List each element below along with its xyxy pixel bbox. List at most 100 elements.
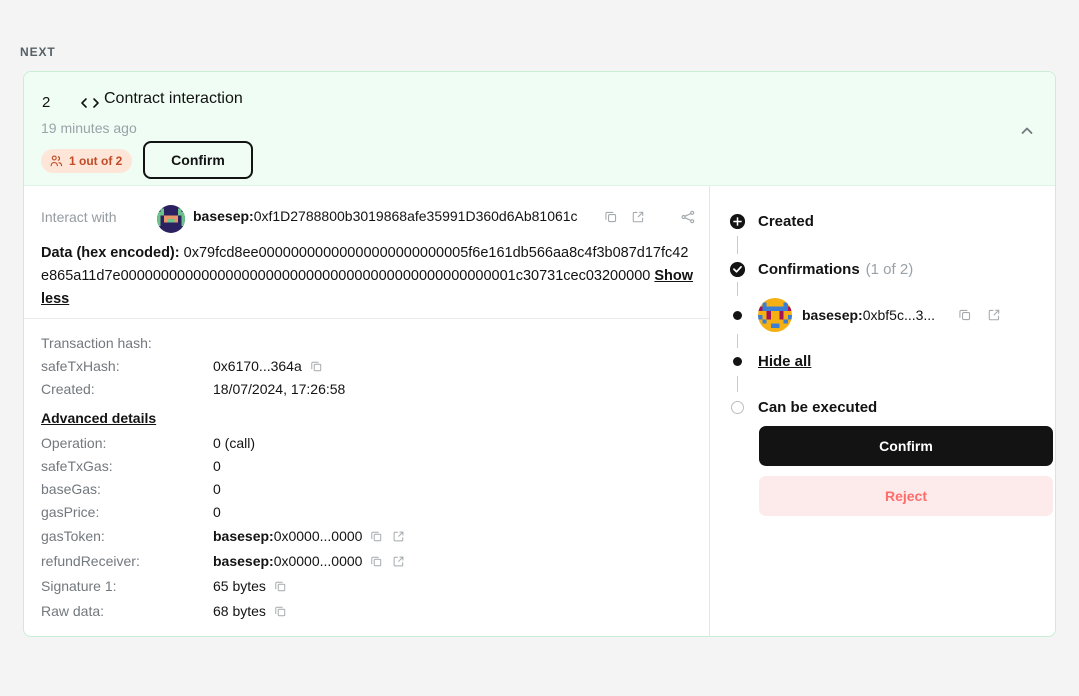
detail-value: 0 [213, 504, 221, 520]
detail-row-safetxhash: safeTxHash: 0x6170...364a [41, 355, 691, 377]
transaction-card: 2 Contract interaction 19 minutes ago 1 … [23, 71, 1056, 637]
timeline-item-hide-all: Hide all [732, 348, 1055, 374]
detail-value-text: basesep:0x0000...0000 [213, 553, 362, 569]
detail-value: 0 [213, 458, 221, 474]
people-icon [49, 154, 63, 168]
contract-address: basesep:0xf1D2788800b3019868afe35991D360… [193, 208, 578, 224]
chain-prefix: basesep: [802, 307, 863, 323]
timeline-connector [736, 234, 1055, 256]
confirmer-address: basesep:0xbf5c...3... [802, 307, 935, 323]
detail-key: gasPrice: [41, 504, 100, 520]
open-gastoken-explorer-icon[interactable] [391, 529, 406, 544]
chain-prefix: basesep: [213, 528, 274, 544]
detail-row-gastoken: gasToken: basesep:0x0000...0000 [41, 524, 691, 548]
interact-with-label: Interact with [41, 209, 117, 225]
open-explorer-icon[interactable] [628, 207, 648, 227]
details-list: Transaction hash: safeTxHash: 0x6170...3… [41, 332, 691, 624]
detail-row-created: Created: 18/07/2024, 17:26:58 [41, 378, 691, 400]
share-icon[interactable] [677, 207, 699, 227]
address-value: 0xf1D2788800b3019868afe35991D360d6Ab8106… [253, 208, 578, 224]
address-value: 0xbf5c...3... [862, 307, 936, 323]
address-value: 0x0000...0000 [273, 528, 363, 544]
detail-row-raw-data: Raw data: 68 bytes [41, 599, 691, 623]
detail-value: 65 bytes [213, 578, 288, 594]
detail-key: safeTxGas: [41, 458, 113, 474]
detail-key: Created: [41, 381, 95, 397]
reject-button[interactable]: Reject [759, 476, 1053, 516]
copy-refundreceiver-icon[interactable] [369, 554, 384, 569]
confirmations-badge: 1 out of 2 [41, 149, 133, 173]
confirm-button[interactable]: Confirm [759, 426, 1053, 466]
detail-row-operation: Operation: 0 (call) [41, 432, 691, 454]
detail-key: gasToken: [41, 528, 105, 544]
detail-value: 0 [213, 481, 221, 497]
transaction-timestamp: 19 minutes ago [41, 120, 137, 136]
hide-all-link[interactable]: Hide all [758, 353, 811, 370]
detail-key: baseGas: [41, 481, 101, 497]
detail-row-safetxgas: safeTxGas: 0 [41, 455, 691, 477]
address-value: 0x0000...0000 [273, 553, 363, 569]
transaction-body: Interact with basesep:0xf1D2788800b30198… [24, 186, 1055, 636]
confirmer-avatar [758, 298, 792, 332]
detail-value-text: 68 bytes [213, 603, 266, 619]
detail-row-gasprice: gasPrice: 0 [41, 501, 691, 523]
detail-value-text: 65 bytes [213, 578, 266, 594]
detail-row-basegas: baseGas: 0 [41, 478, 691, 500]
timeline-item-confirmations: Confirmations (1 of 2) [729, 256, 1055, 282]
copy-signature-icon[interactable] [273, 579, 288, 594]
hex-data-block: Data (hex encoded): 0x79fcd8ee0000000000… [41, 242, 696, 311]
detail-key: refundReceiver: [41, 553, 140, 569]
detail-value: basesep:0x0000...0000 [213, 553, 406, 569]
section-label: NEXT [20, 45, 56, 59]
status-timeline: Created Confirmations (1 of 2) basesep:0… [729, 208, 1055, 420]
contract-avatar [157, 205, 185, 233]
collapse-chevron-up-icon[interactable] [1013, 117, 1041, 145]
transaction-nonce: 2 [42, 94, 51, 111]
code-brackets-icon [79, 94, 101, 112]
timeline-item-created: Created [729, 208, 1055, 234]
detail-row-signature-1: Signature 1: 65 bytes [41, 574, 691, 598]
detail-value-text: 0x6170...364a [213, 358, 302, 374]
detail-value: 18/07/2024, 17:26:58 [213, 381, 346, 397]
chain-prefix: basesep: [213, 553, 274, 569]
copy-confirmer-address-icon[interactable] [957, 308, 972, 323]
open-confirmer-explorer-icon[interactable] [986, 308, 1001, 323]
detail-key: Signature 1: [41, 578, 117, 594]
transaction-header[interactable]: 2 Contract interaction 19 minutes ago 1 … [24, 72, 1055, 186]
timeline-connector [736, 334, 1055, 348]
detail-key: safeTxHash: [41, 358, 120, 374]
copy-safetxhash-icon[interactable] [309, 359, 324, 374]
transaction-detail-page: NEXT 2 Contract interaction 19 minutes a… [0, 0, 1079, 696]
transaction-details-pane: Interact with basesep:0xf1D2788800b30198… [24, 186, 710, 636]
timeline-connector [736, 282, 1055, 296]
created-plus-icon [728, 213, 746, 230]
hide-all-dot-icon [728, 356, 746, 366]
timeline-confirmations-count: (1 of 2) [865, 260, 914, 278]
detail-key: Transaction hash: [41, 335, 152, 351]
detail-key: Raw data: [41, 603, 105, 619]
confirmer-dot-icon [728, 310, 746, 320]
detail-value: 0 (call) [213, 435, 256, 451]
timeline-created-label: Created [758, 212, 814, 230]
detail-value: 0x6170...364a [213, 358, 324, 374]
can-execute-ring-icon [728, 400, 746, 414]
detail-value: basesep:0x0000...0000 [213, 528, 406, 544]
copy-gastoken-icon[interactable] [369, 529, 384, 544]
timeline-item-confirmer: basesep:0xbf5c...3... [732, 296, 1055, 334]
timeline-can-execute-label: Can be executed [758, 398, 878, 416]
detail-row-transaction-hash: Transaction hash: [41, 332, 691, 354]
open-refundreceiver-explorer-icon[interactable] [391, 554, 406, 569]
copy-raw-data-icon[interactable] [273, 604, 288, 619]
advanced-details-toggle[interactable]: Advanced details [41, 410, 156, 426]
confirmations-badge-label: 1 out of 2 [69, 154, 123, 168]
detail-key: Operation: [41, 435, 107, 451]
hex-data-label: Data (hex encoded): [41, 245, 180, 261]
details-divider [24, 318, 710, 319]
copy-address-icon[interactable] [601, 207, 621, 227]
timeline-confirmations-label: Confirmations [758, 260, 860, 278]
transaction-status-pane: Created Confirmations (1 of 2) basesep:0… [711, 186, 1055, 636]
detail-row-refundreceiver: refundReceiver: basesep:0x0000...0000 [41, 549, 691, 573]
timeline-item-can-be-executed: Can be executed [730, 394, 1055, 420]
interact-with-row: Interact with basesep:0xf1D2788800b30198… [41, 203, 701, 233]
header-confirm-button[interactable]: Confirm [143, 141, 253, 179]
